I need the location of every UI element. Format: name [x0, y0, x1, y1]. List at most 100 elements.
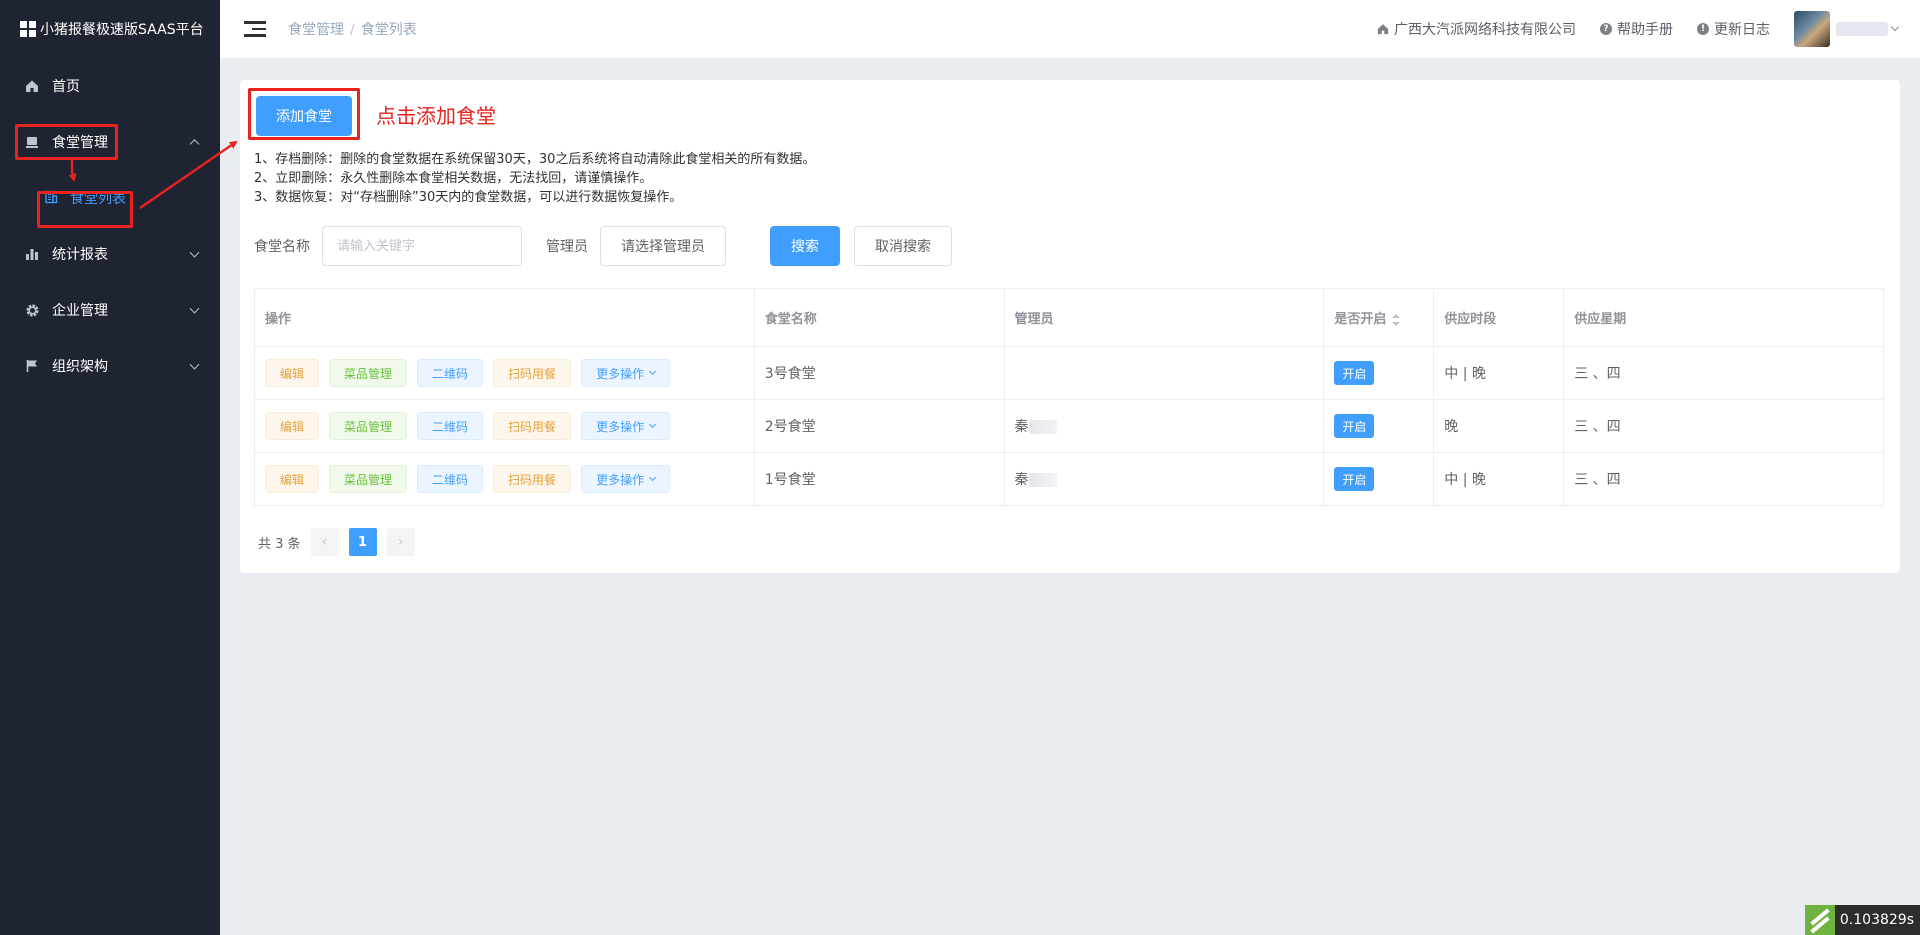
sidebar-item-company[interactable]: 企业管理 [0, 282, 220, 338]
edit-button[interactable]: 编辑 [265, 465, 320, 493]
sort-icon[interactable] [1392, 313, 1401, 326]
annotation-text: 点击添加食堂 [376, 104, 496, 128]
sidebar-item-canteen[interactable]: 食堂管理 [0, 114, 220, 170]
more-actions-label: 更多操作 [596, 419, 645, 434]
scan-meal-button[interactable]: 扫码用餐 [493, 465, 572, 493]
page-number[interactable]: 1 [348, 528, 377, 556]
sidebar-item-label: 首页 [52, 79, 80, 95]
note-line: 1、存档删除：删除的食堂数据在系统保留30天，30之后系统将自动清除此食堂相关的… [254, 152, 816, 167]
edit-button[interactable]: 编辑 [265, 412, 320, 440]
scan-meal-button[interactable]: 扫码用餐 [493, 412, 572, 440]
admin-label: 管理员 [546, 239, 588, 255]
actions-cell: 编辑 菜品管理 二维码 扫码用餐 更多操作 [254, 346, 755, 400]
more-actions-button[interactable]: 更多操作 [581, 465, 671, 493]
avatar[interactable] [1794, 11, 1830, 47]
chevron-up-icon [189, 139, 200, 150]
canteen-name-cell: 3号食堂 [753, 346, 1005, 400]
enabled-cell: 开启 [1323, 346, 1435, 400]
flag-icon [24, 358, 40, 374]
question-icon: ? [1600, 23, 1612, 35]
prev-page-button[interactable]: ‹ [310, 528, 339, 556]
chevron-down-icon[interactable] [1890, 22, 1900, 32]
chevron-down-icon [649, 420, 657, 429]
sidebar-item-label: 统计报表 [52, 247, 108, 263]
sidebar-subitem-canteen-list[interactable]: 食堂列表 [0, 170, 220, 226]
breadcrumb-item[interactable]: 食堂管理 [288, 22, 344, 38]
changelog-link[interactable]: ! 更新日志 [1697, 19, 1770, 39]
blurred-text [1028, 420, 1057, 434]
qrcode-button[interactable]: 二维码 [417, 412, 484, 440]
status-badge: 开启 [1334, 467, 1375, 491]
company-link[interactable]: 广西大汽派网络科技有限公司 [1377, 19, 1576, 39]
building-icon [44, 190, 60, 206]
table-row: 编辑 菜品管理 二维码 扫码用餐 更多操作 1号食堂 秦 开启 中 | 晚 三 、四 [254, 452, 1884, 506]
enabled-cell: 开启 [1323, 452, 1435, 506]
table-row: 编辑 菜品管理 二维码 扫码用餐 更多操作 3号食堂 开启 中 | 晚 三 、四 [254, 346, 1884, 400]
notes: 1、存档删除：删除的食堂数据在系统保留30天，30之后系统将自动清除此食堂相关的… [254, 150, 815, 207]
canteen-name-label: 食堂名称 [254, 239, 310, 255]
admin-name: 秦 [1014, 419, 1029, 435]
changelog-label: 更新日志 [1714, 22, 1770, 38]
enabled-cell: 开启 [1323, 399, 1435, 453]
help-label: 帮助手册 [1617, 22, 1673, 38]
weekdays-cell: 三 、四 [1563, 452, 1884, 506]
help-link[interactable]: ? 帮助手册 [1600, 19, 1673, 39]
info-icon: ! [1697, 23, 1709, 35]
table-row: 编辑 菜品管理 二维码 扫码用餐 更多操作 2号食堂 秦 开启 晚 三 、四 [254, 399, 1884, 453]
admin-cell [1003, 346, 1325, 400]
company-name: 广西大汽派网络科技有限公司 [1394, 22, 1576, 38]
table-header-row: 操作 食堂名称 管理员 是否开启 供应时段 供应星期 [254, 288, 1884, 347]
qrcode-button[interactable]: 二维码 [417, 359, 484, 387]
breadcrumb-item: 食堂列表 [360, 22, 417, 38]
chevron-down-icon [189, 359, 200, 370]
sidebar-item-reports[interactable]: 统计报表 [0, 226, 220, 282]
menu-toggle-icon[interactable] [244, 21, 266, 37]
canteen-table: 操作 食堂名称 管理员 是否开启 供应时段 供应星期 编辑 菜品管理 二维码 扫码用餐… [254, 288, 1884, 506]
col-header-period: 供应时段 [1433, 288, 1565, 347]
menu-manage-button[interactable]: 菜品管理 [329, 412, 408, 440]
qrcode-button[interactable]: 二维码 [417, 465, 484, 493]
col-header-weekdays: 供应星期 [1563, 288, 1884, 347]
cancel-search-button[interactable]: 取消搜索 [854, 226, 952, 266]
top-header: 食堂管理 / 食堂列表 广西大汽派网络科技有限公司 ? 帮助手册 ! 更新日志 [220, 0, 1920, 58]
more-actions-button[interactable]: 更多操作 [581, 412, 671, 440]
debug-logo-icon [1804, 905, 1835, 935]
sidebar-subitem-label: 食堂列表 [70, 191, 126, 207]
home-icon [24, 78, 40, 94]
perf-timer-badge: 0.103829s [1804, 905, 1920, 935]
col-header-enabled[interactable]: 是否开启 [1323, 288, 1435, 347]
more-actions-button[interactable]: 更多操作 [581, 359, 671, 387]
col-header-name: 食堂名称 [753, 288, 1005, 347]
admin-cell: 秦 [1003, 399, 1325, 453]
weekdays-cell: 三 、四 [1563, 399, 1884, 453]
menu-manage-button[interactable]: 菜品管理 [329, 359, 408, 387]
canteen-icon [24, 134, 40, 150]
col-header-actions: 操作 [254, 288, 755, 347]
next-page-button[interactable]: › [386, 528, 415, 556]
admin-cell: 秦 [1003, 452, 1325, 506]
sidebar-item-label: 组织架构 [52, 359, 108, 375]
edit-button[interactable]: 编辑 [265, 359, 320, 387]
sidebar-item-label: 企业管理 [52, 303, 108, 319]
pagination: 共 3 条 ‹ 1 › [258, 528, 415, 556]
weekdays-cell: 三 、四 [1563, 346, 1884, 400]
sidebar-item-org[interactable]: 组织架构 [0, 338, 220, 394]
canteen-name-input[interactable] [322, 226, 522, 266]
period-cell: 中 | 晚 [1433, 346, 1565, 400]
search-button[interactable]: 搜索 [770, 226, 840, 266]
add-canteen-button[interactable]: 添加食堂 [256, 96, 352, 136]
sidebar-item-home[interactable]: 首页 [0, 58, 220, 114]
admin-name: 秦 [1014, 472, 1029, 488]
app-logo[interactable]: 小猪报餐极速版SAAS平台 [0, 0, 220, 58]
username-blurred[interactable] [1836, 22, 1888, 36]
col-header-admin: 管理员 [1003, 288, 1325, 347]
note-line: 3、数据恢复：对“存档删除”30天内的食堂数据，可以进行数据恢复操作。 [254, 190, 683, 205]
menu-manage-button[interactable]: 菜品管理 [329, 465, 408, 493]
status-badge: 开启 [1334, 414, 1375, 438]
admin-select[interactable]: 请选择管理员 [600, 226, 726, 266]
canteen-name-cell: 1号食堂 [753, 452, 1005, 506]
chart-icon [24, 246, 40, 262]
scan-meal-button[interactable]: 扫码用餐 [493, 359, 572, 387]
more-actions-label: 更多操作 [596, 472, 645, 487]
sidebar-item-label: 食堂管理 [52, 135, 108, 151]
